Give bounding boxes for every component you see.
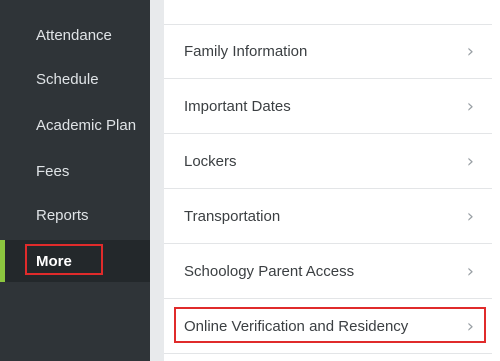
menu-item-transportation[interactable]: Transportation › — [164, 189, 492, 244]
menu-item-lockers[interactable]: Lockers › — [164, 134, 492, 189]
menu-item-label: Schoology Parent Access — [184, 262, 355, 280]
sidebar-item-reports[interactable]: Reports — [0, 194, 150, 236]
chevron-right-icon: › — [466, 260, 474, 282]
menu-item-important-dates[interactable]: Important Dates › — [164, 79, 492, 134]
menu-item-schoology-parent-access[interactable]: Schoology Parent Access › — [164, 244, 492, 299]
menu-item-label: Important Dates — [184, 97, 291, 115]
sidebar-item-label: Reports — [36, 206, 89, 224]
chevron-right-icon: › — [466, 315, 474, 337]
sidebar-item-more[interactable]: More — [0, 240, 150, 282]
chevron-right-icon: › — [466, 150, 474, 172]
sidebar-item-label: Academic Plan — [36, 116, 137, 134]
sidebar-item-label: Fees — [36, 162, 70, 180]
sidebar-item-attendance[interactable]: Attendance — [0, 14, 150, 56]
sidebar-item-fees[interactable]: Fees — [0, 150, 150, 192]
sidebar-item-academic-plan[interactable]: Academic Plan — [0, 104, 150, 146]
menu-item-online-verification-and-residency[interactable]: Online Verification and Residency › — [164, 299, 492, 354]
sidebar: Attendance Schedule Academic Plan Fees R… — [0, 0, 150, 361]
menu-item-label: Family Information — [184, 43, 308, 60]
sidebar-item-label: Schedule — [36, 70, 99, 88]
menu-item-label: Online Verification and Residency — [184, 317, 409, 335]
chevron-right-icon: › — [466, 95, 474, 117]
sidebar-item-label: More — [36, 252, 72, 270]
chevron-right-icon: › — [466, 205, 474, 227]
panel-gutter — [150, 0, 164, 361]
menu-item-family-information[interactable]: Family Information › — [164, 24, 492, 79]
menu-item-label: Lockers — [184, 152, 237, 170]
sidebar-item-label: Attendance — [36, 26, 112, 44]
menu-item-label: Transportation — [184, 207, 281, 225]
active-indicator — [0, 240, 5, 282]
chevron-right-icon: › — [466, 41, 474, 62]
sidebar-item-schedule[interactable]: Schedule — [0, 58, 150, 100]
